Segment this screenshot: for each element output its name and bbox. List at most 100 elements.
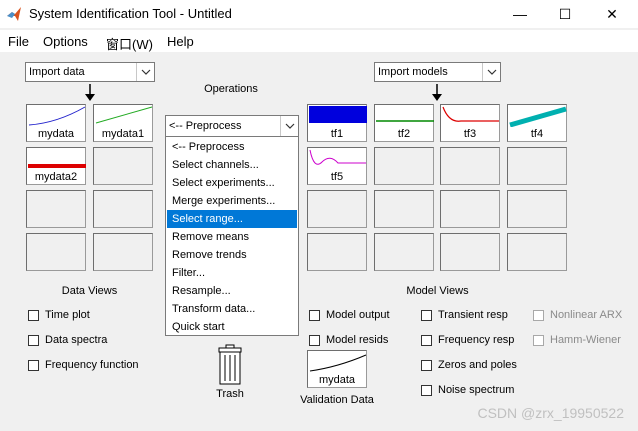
model-tile-empty[interactable] (307, 233, 367, 271)
maximize-icon: ☐ (558, 5, 572, 22)
menu-help[interactable]: Help (167, 34, 194, 49)
checkbox-box (421, 359, 432, 371)
checkbox-label: Time plot (45, 309, 90, 321)
checkbox-label: Hamm-Wiener (550, 334, 621, 346)
data-tile-empty[interactable] (26, 233, 86, 271)
checkbox-box (533, 309, 544, 321)
data-spectra-checkbox[interactable]: Data spectra (28, 334, 107, 346)
operations-selected: <-- Preprocess (169, 120, 242, 132)
validation-data-tile[interactable]: mydata (307, 350, 367, 388)
operation-option[interactable]: Select channels... (167, 156, 297, 174)
frequency-function-checkbox[interactable]: Frequency function (28, 359, 139, 371)
operation-option-selected[interactable]: Select range... (167, 210, 297, 228)
matlab-logo-icon (7, 7, 21, 21)
checkbox-label: Data spectra (45, 334, 108, 346)
menu-bar: File Options 窗口(W) Help (0, 30, 638, 52)
operations-dropdown[interactable]: <-- Preprocess (165, 115, 299, 137)
checkbox-label: Noise spectrum (438, 384, 515, 396)
window-title: System Identification Tool - Untitled (29, 6, 232, 21)
data-tile-mydata2[interactable]: mydata2 (26, 147, 86, 185)
menu-options[interactable]: Options (43, 34, 88, 49)
model-tile-tf5[interactable]: tf5 (307, 147, 367, 185)
model-plot (509, 106, 567, 127)
model-tile-empty[interactable] (507, 190, 567, 228)
checkbox-label: Nonlinear ARX (550, 309, 623, 321)
menu-window[interactable]: 窗口(W) (106, 34, 153, 53)
checkbox-box (309, 334, 320, 346)
model-tile-empty[interactable] (307, 190, 367, 228)
hamm-wiener-checkbox[interactable]: Hamm-Wiener (533, 334, 621, 346)
maximize-button[interactable]: ☐ (545, 2, 585, 26)
operation-option[interactable]: Quick start (167, 318, 297, 336)
operation-option[interactable]: <-- Preprocess (167, 138, 297, 156)
checkbox-box (28, 309, 39, 321)
data-tile-mydata1[interactable]: mydata1 (93, 104, 153, 142)
transient-resp-checkbox[interactable]: Transient resp (421, 309, 508, 321)
model-tile-empty[interactable] (440, 190, 500, 228)
checkbox-box (309, 309, 320, 321)
model-tile-empty[interactable] (440, 147, 500, 185)
data-tile-label: mydata1 (101, 128, 145, 140)
down-arrow-icon (85, 84, 95, 101)
model-plot (376, 120, 434, 122)
noise-spectrum-checkbox[interactable]: Noise spectrum (421, 384, 514, 396)
minimize-icon: — (513, 6, 527, 22)
close-button[interactable]: ✕ (592, 2, 632, 26)
data-tile-label: mydata (37, 128, 75, 140)
close-icon: ✕ (606, 5, 618, 22)
data-views-title: Data Views (61, 285, 118, 297)
operation-option[interactable]: Remove means (167, 228, 297, 246)
import-models-dropdown[interactable]: Import models (374, 62, 501, 82)
nonlinear-arx-checkbox[interactable]: Nonlinear ARX (533, 309, 622, 321)
chevron-down-icon (136, 63, 154, 81)
model-tile-empty[interactable] (440, 233, 500, 271)
data-tile-empty[interactable] (93, 190, 153, 228)
time-plot-checkbox[interactable]: Time plot (28, 309, 90, 321)
import-data-label: Import data (29, 66, 85, 78)
data-curve (28, 164, 86, 168)
checkbox-box (533, 334, 544, 346)
operation-option[interactable]: Filter... (167, 264, 297, 282)
model-tile-label: tf1 (330, 128, 344, 140)
operation-option[interactable]: Resample... (167, 282, 297, 300)
model-output-checkbox[interactable]: Model output (309, 309, 390, 321)
model-tile-label: tf5 (330, 171, 344, 183)
model-views-title: Model Views (406, 285, 469, 297)
chevron-down-icon (280, 116, 298, 136)
model-tile-empty[interactable] (374, 147, 434, 185)
operations-list[interactable]: <-- Preprocess Select channels... Select… (165, 136, 299, 336)
data-tile-mydata[interactable]: mydata (26, 104, 86, 142)
frequency-resp-checkbox[interactable]: Frequency resp (421, 334, 514, 346)
model-tile-tf3[interactable]: tf3 (440, 104, 500, 142)
model-tile-label: tf4 (530, 128, 544, 140)
minimize-button[interactable]: — (500, 2, 540, 26)
checkbox-label: Frequency function (45, 359, 139, 371)
checkbox-label: Model resids (326, 334, 389, 346)
model-tile-empty[interactable] (507, 233, 567, 271)
model-tile-tf1[interactable]: tf1 (307, 104, 367, 142)
model-tile-tf2[interactable]: tf2 (374, 104, 434, 142)
checkbox-box (28, 359, 39, 371)
data-tile-empty[interactable] (93, 233, 153, 271)
model-plot (309, 106, 367, 123)
menu-file[interactable]: File (8, 34, 29, 49)
model-tile-empty[interactable] (507, 147, 567, 185)
model-tile-tf4[interactable]: tf4 (507, 104, 567, 142)
data-tile-empty[interactable] (26, 190, 86, 228)
model-resids-checkbox[interactable]: Model resids (309, 334, 388, 346)
zeros-and-poles-checkbox[interactable]: Zeros and poles (421, 359, 517, 371)
import-data-dropdown[interactable]: Import data (25, 62, 155, 82)
trash-icon[interactable] (217, 344, 243, 386)
operation-option[interactable]: Transform data... (167, 300, 297, 318)
model-tile-empty[interactable] (374, 190, 434, 228)
checkbox-label: Frequency resp (438, 334, 515, 346)
operation-option[interactable]: Select experiments... (167, 174, 297, 192)
validation-tile-label: mydata (318, 374, 356, 386)
operation-option[interactable]: Remove trends (167, 246, 297, 264)
data-curve (309, 354, 367, 372)
checkbox-label: Zeros and poles (438, 359, 517, 371)
model-tile-empty[interactable] (374, 233, 434, 271)
operation-option[interactable]: Merge experiments... (167, 192, 297, 210)
data-tile-empty[interactable] (93, 147, 153, 185)
checkbox-box (28, 334, 39, 346)
